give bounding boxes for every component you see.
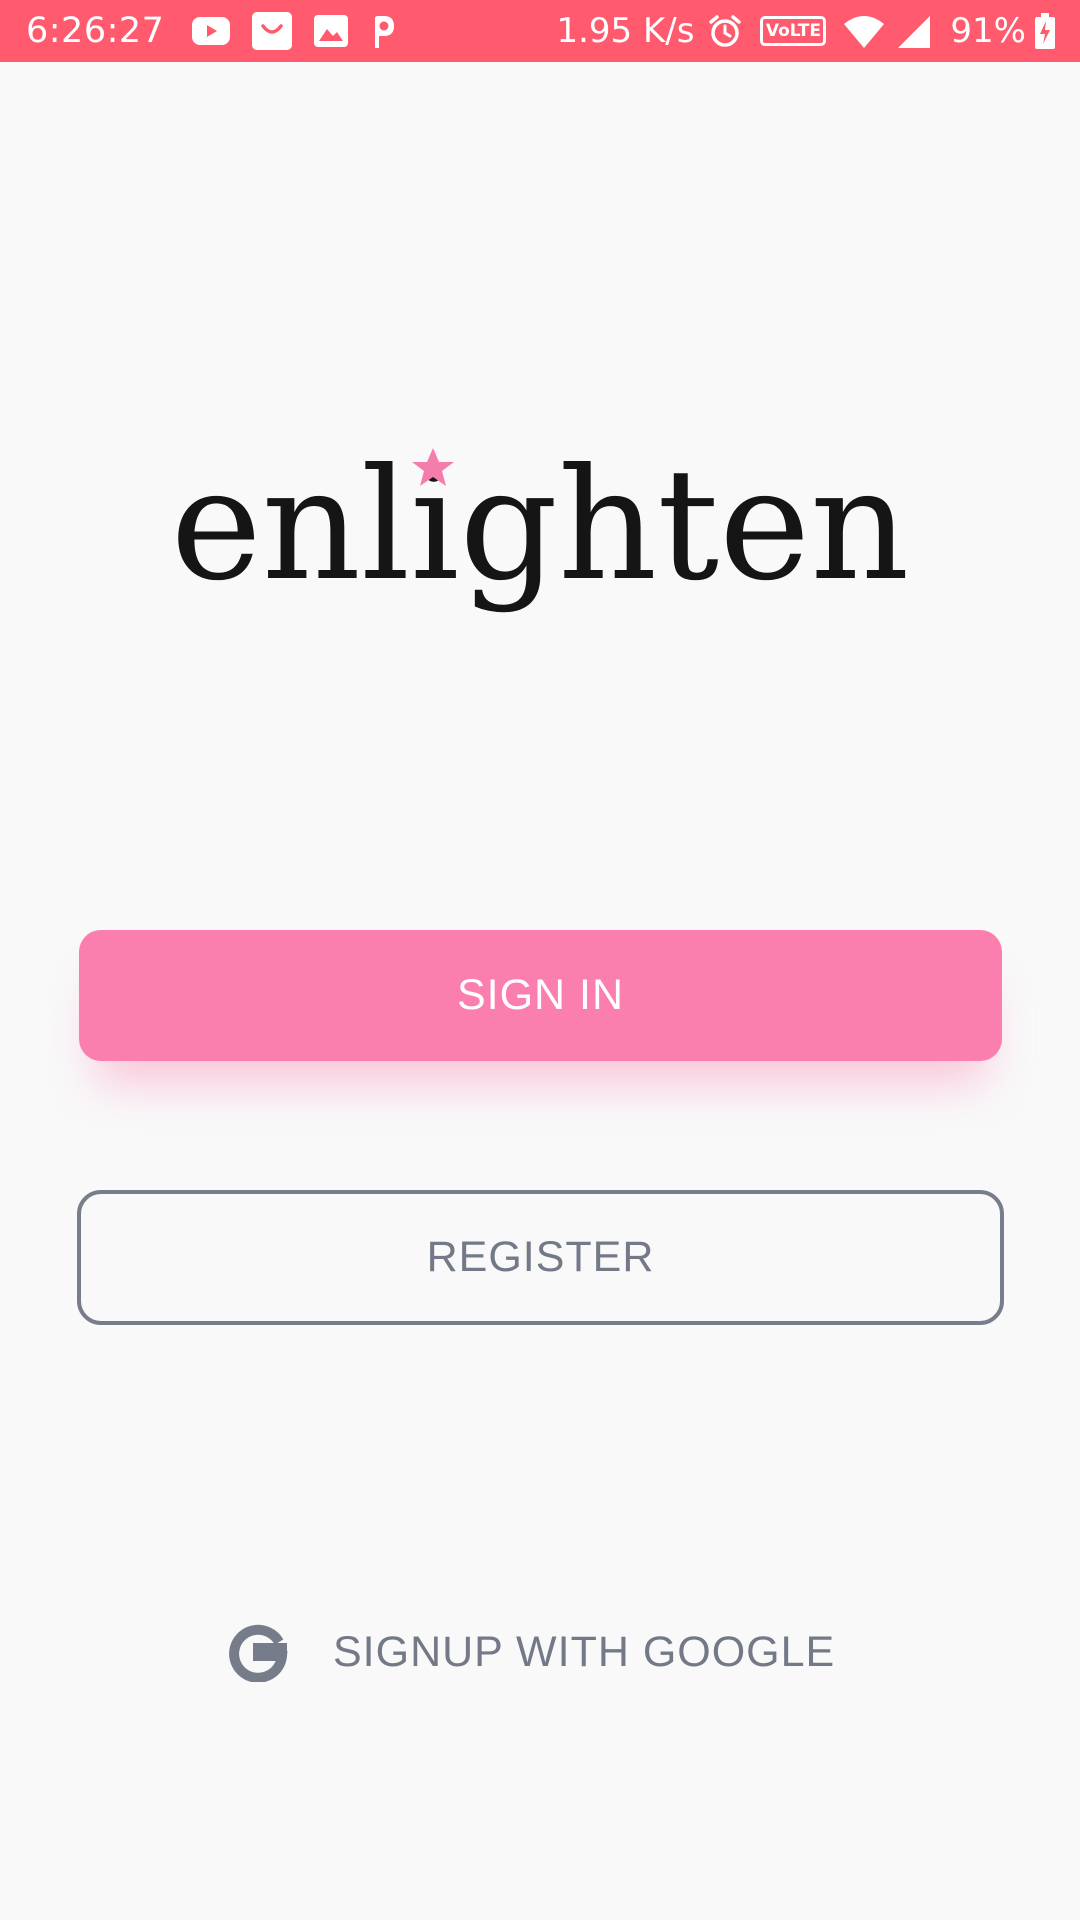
status-bar-right: 1.95 K/s VoLTE 91% [556, 0, 1056, 62]
network-speed: 1.95 K/s [556, 11, 695, 51]
status-bar: 6:26:27 1.95 K/s VoLTE 91% [0, 0, 1080, 62]
google-icon [228, 1622, 288, 1682]
status-bar-left: 6:26:27 [26, 0, 418, 62]
login-screen: 6:26:27 1.95 K/s VoLTE 91% enlighten SIG… [0, 0, 1080, 1920]
app-logo: enlighten [0, 400, 1080, 640]
sign-in-button[interactable]: SIGN IN [79, 930, 1002, 1061]
battery-percent: 91% [950, 11, 1026, 51]
wifi-icon [842, 14, 886, 48]
cellular-signal-icon [896, 14, 931, 48]
p-app-icon [370, 14, 396, 48]
register-label: REGISTER [426, 1233, 655, 1281]
volte-icon: VoLTE [760, 16, 827, 46]
sign-in-label: SIGN IN [456, 971, 625, 1019]
battery-charging-icon [1034, 13, 1056, 49]
gallery-icon [314, 15, 349, 47]
alarm-icon [708, 14, 742, 48]
google-label: SIGNUP WITH GOOGLE [333, 1627, 836, 1676]
shopping-bag-icon [252, 12, 293, 50]
register-button[interactable]: REGISTER [77, 1190, 1004, 1325]
status-time: 6:26:27 [26, 11, 165, 51]
signup-with-google-button[interactable]: SIGNUP WITH GOOGLE [200, 1610, 880, 1694]
youtube-icon [192, 17, 231, 45]
logo-text: enlighten [171, 436, 910, 615]
